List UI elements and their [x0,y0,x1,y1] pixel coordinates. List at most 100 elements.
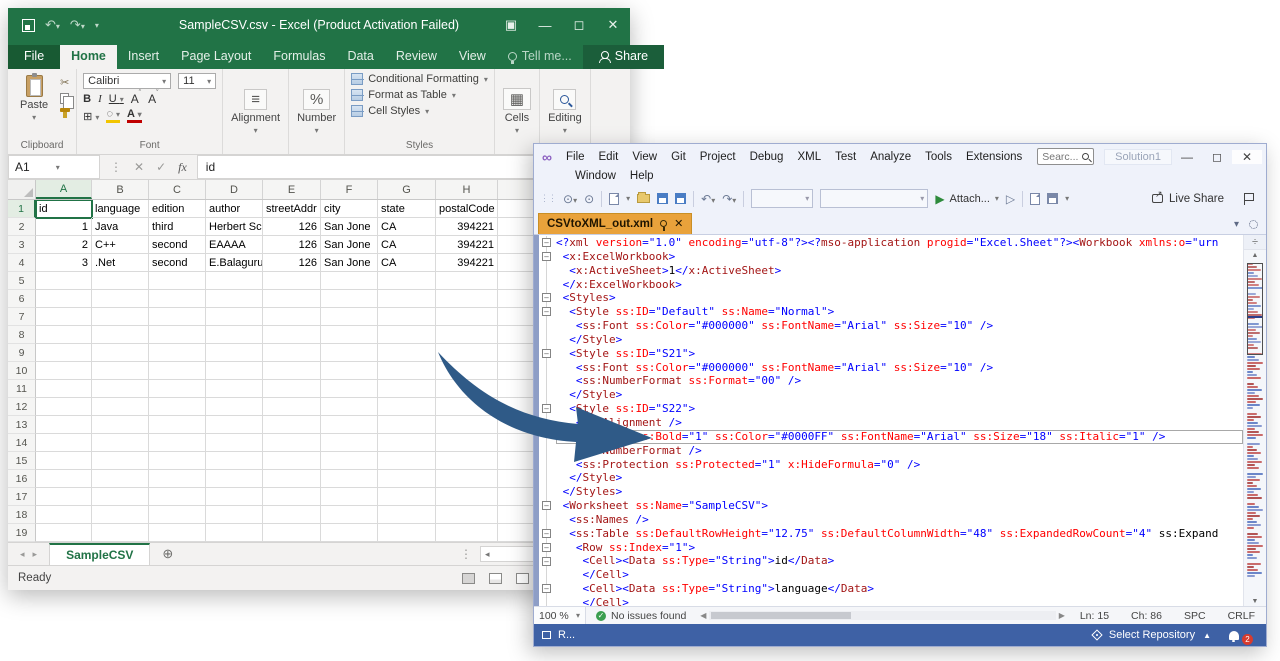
cell-C2[interactable]: third [149,218,206,236]
shrink-font-button[interactable]: Aˇ [148,92,158,106]
cell-H16[interactable] [436,470,498,488]
cell-B16[interactable] [92,470,149,488]
cell-D3[interactable]: EAAAA [206,236,263,254]
cell-F9[interactable] [321,344,378,362]
cell-D4[interactable]: E.Balaguru [206,254,263,272]
editor-horizontal-scrollbar[interactable] [709,611,1055,620]
cell-A13[interactable] [36,416,92,434]
code-line-20[interactable]: <Worksheet ss:Name="SampleCSV"> [556,499,1243,513]
cell-D13[interactable] [206,416,263,434]
cell-B19[interactable] [92,524,149,542]
cell-E16[interactable] [263,470,321,488]
split-editor-handle[interactable]: ÷ [1244,235,1266,250]
code-area[interactable]: <?xml version="1.0" encoding="utf-8"?><?… [556,235,1243,606]
code-line-26[interactable]: <Cell><Data ss:Type="String">language</D… [556,582,1243,596]
feedback-icon[interactable] [1244,193,1254,205]
attach-run-button[interactable]: ▶Attach...▾ [935,192,999,206]
cell-B1[interactable]: language [92,200,149,218]
cell-A16[interactable] [36,470,92,488]
cell-A9[interactable] [36,344,92,362]
platform-combo[interactable]: ▾ [820,189,928,208]
code-line-14[interactable]: <ss:Alignment /> [556,416,1243,430]
cell-A11[interactable] [36,380,92,398]
fold-toggle-icon[interactable]: – [542,238,551,247]
cell-H11[interactable] [436,380,498,398]
cell-D7[interactable] [206,308,263,326]
row-header-1[interactable]: 1 [8,200,36,218]
cell-B7[interactable] [92,308,149,326]
column-header-h[interactable]: H [436,180,498,199]
cell-D1[interactable]: author [206,200,263,218]
cell-F3[interactable]: San Jone [321,236,378,254]
code-line-3[interactable]: <x:ActiveSheet>1</x:ActiveSheet> [556,264,1243,278]
cell-F19[interactable] [321,524,378,542]
paste-button[interactable]: Paste▾ [14,73,54,140]
cell-F12[interactable] [321,398,378,416]
code-line-23[interactable]: <Row ss:Index="1"> [556,541,1243,555]
underline-button[interactable]: U ▾ [109,93,124,105]
cell-C17[interactable] [149,488,206,506]
format-as-table-button[interactable]: Format as Table▾ [351,89,488,101]
cell-E10[interactable] [263,362,321,380]
row-header-13[interactable]: 13 [8,416,36,434]
cell-B8[interactable] [92,326,149,344]
fold-toggle-icon[interactable]: – [542,293,551,302]
column-header-d[interactable]: D [206,180,263,199]
cell-D10[interactable] [206,362,263,380]
cell-F4[interactable]: San Jone [321,254,378,272]
row-header-19[interactable]: 19 [8,524,36,542]
cell-E9[interactable] [263,344,321,362]
fold-toggle-icon[interactable]: – [542,529,551,538]
fill-color-button[interactable]: ◌ ▾ [106,109,120,123]
cell-D17[interactable] [206,488,263,506]
close-button[interactable]: ✕ [596,17,630,33]
cell-H12[interactable] [436,398,498,416]
cell-H2[interactable]: 394221 [436,218,498,236]
cell-G10[interactable] [378,362,436,380]
column-header-c[interactable]: C [149,180,206,199]
save-icon[interactable] [22,19,35,32]
borders-button[interactable]: ⊞ ▾ [83,110,99,123]
cell-F8[interactable] [321,326,378,344]
row-header-18[interactable]: 18 [8,506,36,524]
page-layout-view-icon[interactable] [489,573,502,584]
row-header-4[interactable]: 4 [8,254,36,272]
cell-A14[interactable] [36,434,92,452]
ide-window-icon[interactable] [1047,193,1058,204]
cell-B4[interactable]: .Net [92,254,149,272]
vs-menu-tools[interactable]: Tools [918,149,959,165]
fold-toggle-icon[interactable]: – [542,543,551,552]
cell-H7[interactable] [436,308,498,326]
editing-group[interactable]: Editing▾ [540,69,591,154]
sheet-tab-samplecsv[interactable]: SampleCSV [49,543,150,565]
name-box[interactable]: A1▾ [8,155,100,179]
code-line-19[interactable]: </Styles> [556,485,1243,499]
cell-D9[interactable] [206,344,263,362]
ribbon-tab-file[interactable]: File [8,45,60,69]
cell-G1[interactable]: state [378,200,436,218]
fold-toggle-icon[interactable]: – [542,557,551,566]
cell-C7[interactable] [149,308,206,326]
cell-G8[interactable] [378,326,436,344]
cell-D15[interactable] [206,452,263,470]
fold-toggle-icon[interactable]: – [542,584,551,593]
cell-D6[interactable] [206,290,263,308]
tab-dropdown-icon[interactable]: ▾ [1234,219,1239,230]
cell-G17[interactable] [378,488,436,506]
vs-close-button[interactable]: ✕ [1232,150,1262,164]
code-line-12[interactable]: </Style> [556,388,1243,402]
cell-B9[interactable] [92,344,149,362]
vs-menu-extensions[interactable]: Extensions [959,149,1029,165]
page-break-view-icon[interactable] [516,573,529,584]
toolbar-grip[interactable]: ⋮⋮ [540,193,556,204]
font-name-select[interactable]: Calibri▾ [83,73,171,89]
cell-H13[interactable] [436,416,498,434]
live-share-button[interactable]: Live Share [1169,193,1224,205]
scroll-down-icon[interactable]: ▼ [1244,598,1266,605]
cell-A19[interactable] [36,524,92,542]
code-line-6[interactable]: <Style ss:ID="Default" ss:Name="Normal"> [556,305,1243,319]
code-line-8[interactable]: </Style> [556,333,1243,347]
cell-E7[interactable] [263,308,321,326]
cell-E11[interactable] [263,380,321,398]
vs-menu-debug[interactable]: Debug [743,149,791,165]
